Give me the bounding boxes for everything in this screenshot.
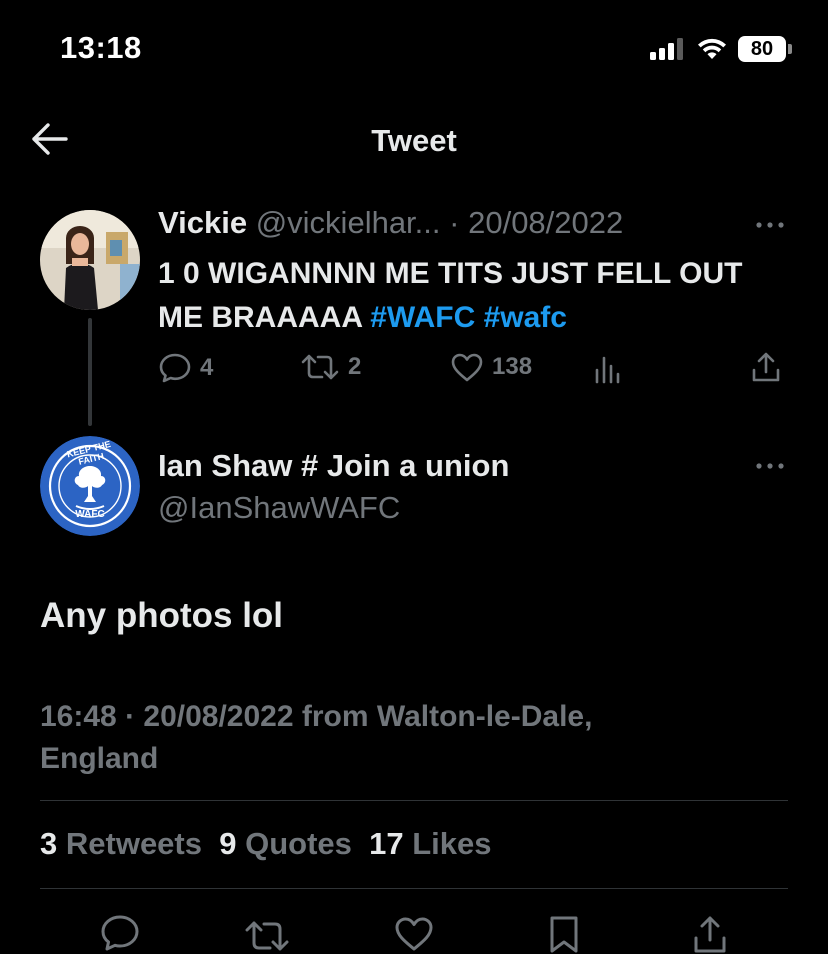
meta-separator: · (449, 205, 460, 240)
battery-level: 80 (738, 36, 786, 62)
more-options-icon[interactable] (754, 220, 786, 230)
status-time: 13:18 (60, 30, 142, 65)
quotes-stat-label: Quotes (245, 826, 352, 861)
likes-stat-label: Likes (412, 826, 492, 861)
battery-indicator: 80 (738, 36, 792, 62)
avatar-photo-icon (40, 210, 140, 310)
tweet-action-bar (0, 908, 828, 953)
hashtag-link[interactable]: #wafc (484, 301, 567, 334)
quotes-stat-count: 9 (219, 826, 237, 861)
reply-tweet-text: Any photos lol (40, 596, 284, 635)
parent-tweet-text: 1 0 WIGANNNN ME TITS JUST FELL OUT ME BR… (158, 252, 758, 340)
reply-author-handle[interactable]: @IanShawWAFC (158, 490, 400, 526)
avatar-vickie[interactable] (40, 210, 140, 310)
badge-bottom-text: WAFC (75, 509, 105, 520)
quotes-stat[interactable]: 9 Quotes (219, 826, 352, 861)
tweet-date[interactable]: 20/08/2022 (468, 205, 623, 240)
reply-author-name[interactable]: Ian Shaw # Join a union (158, 448, 509, 484)
reply-count: 4 (200, 354, 214, 381)
author-name[interactable]: Vickie (158, 205, 247, 240)
parent-tweet-actions: 4 2 138 (158, 350, 788, 390)
wifi-icon (698, 38, 726, 59)
heart-icon (451, 353, 483, 382)
like-count: 138 (492, 353, 533, 380)
retweet-action[interactable]: 2 (300, 352, 361, 382)
retweets-stat[interactable]: 3 Retweets (40, 826, 202, 861)
likes-stat[interactable]: 17 Likes (369, 826, 491, 861)
cellular-signal-icon (650, 38, 683, 60)
avatar-ian-shaw[interactable]: KEEP THE FAITH WAFC (40, 436, 140, 536)
timestamp-line-1[interactable]: 16:48 · 20/08/2022 from Walton-le-Dale, (40, 696, 760, 738)
timestamp-line-2[interactable]: England (40, 738, 760, 780)
engagement-stats: 3 Retweets 9 Quotes 17 Likes (40, 826, 492, 862)
retweet-icon (301, 354, 339, 380)
author-handle[interactable]: @vickielhar... (256, 205, 441, 240)
share-icon (752, 352, 780, 382)
reply-action[interactable]: 4 (158, 352, 213, 384)
likes-stat-count: 17 (369, 826, 404, 861)
reply-icon (159, 353, 191, 383)
share-icon[interactable] (692, 914, 728, 954)
battery-tip (788, 44, 792, 54)
more-options-icon[interactable] (754, 461, 786, 471)
page-title: Tweet (371, 123, 457, 158)
status-icons: 80 (650, 36, 792, 62)
retweets-stat-count: 3 (40, 826, 58, 861)
retweets-stat-label: Retweets (65, 826, 202, 861)
hashtag-link[interactable]: #WAFC (370, 301, 475, 334)
reply-icon[interactable] (100, 914, 140, 954)
like-action[interactable]: 138 (450, 352, 532, 382)
parent-tweet-meta: Vickie @vickielhar... · 20/08/2022 (158, 205, 623, 241)
tweet-timestamp: 16:48 · 20/08/2022 from Walton-le-Dale, … (40, 696, 760, 780)
heart-icon[interactable] (394, 916, 434, 952)
thread-connector-line (88, 318, 92, 426)
share-action[interactable] (750, 350, 782, 384)
analytics-icon (595, 356, 620, 384)
views-action[interactable] (594, 352, 624, 384)
divider (40, 888, 788, 889)
bookmark-icon[interactable] (548, 914, 580, 954)
divider (40, 800, 788, 801)
retweet-count: 2 (348, 353, 362, 380)
retweet-icon[interactable] (244, 918, 290, 954)
